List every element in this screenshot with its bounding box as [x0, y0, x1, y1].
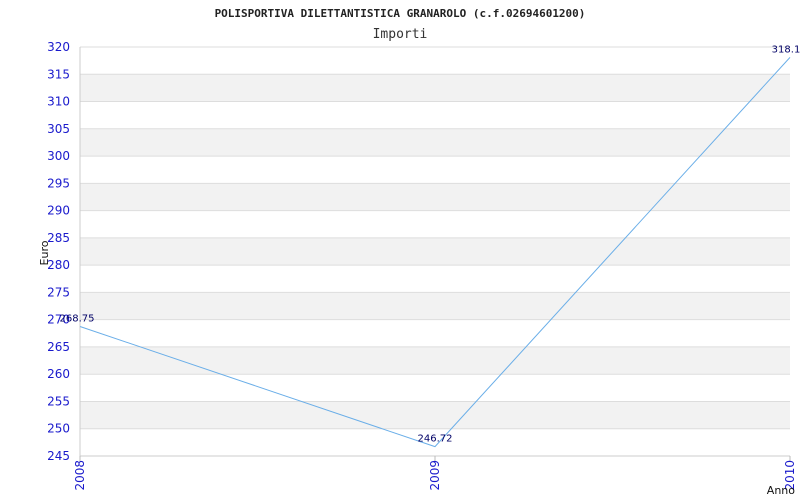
data-label: 268.75	[60, 313, 95, 324]
plot-band	[80, 74, 790, 102]
chart-title: POLISPORTIVA DILETTANTISTICA GRANAROLO (…	[215, 7, 586, 20]
x-axis-ticks: 2008 2009 2010	[73, 456, 797, 491]
y-tick-label: 310	[47, 95, 70, 109]
plot-band	[80, 128, 790, 157]
y-tick-label: 290	[47, 204, 70, 218]
plot-band	[80, 183, 790, 211]
chart-root: 245 250 255 260 265 270 275 280 285 290 295 300 305 3…	[0, 0, 800, 500]
y-tick-label: 265	[47, 340, 70, 354]
plot-band	[80, 401, 790, 429]
x-tick-label: 2009	[428, 460, 442, 491]
plot-bands	[80, 74, 790, 429]
y-tick-label: 320	[47, 40, 70, 54]
x-tick-label: 2008	[73, 460, 87, 491]
y-tick-label: 300	[47, 149, 70, 163]
y-tick-label: 305	[47, 122, 70, 136]
x-axis-label: Anno	[767, 484, 795, 497]
y-tick-label: 250	[47, 422, 70, 436]
plot-band	[80, 292, 790, 320]
y-axis-label: Euro	[38, 240, 51, 265]
y-tick-label: 275	[47, 285, 70, 299]
plot-band	[80, 237, 790, 266]
chart-subtitle: Importi	[373, 27, 428, 42]
y-tick-label: 255	[47, 394, 70, 408]
plot-band	[80, 346, 790, 375]
line-chart: 2452502552602652702752802852902953003053…	[38, 7, 800, 497]
y-tick-label: 260	[47, 367, 70, 381]
y-tick-label: 295	[47, 176, 70, 190]
y-tick-label: 245	[47, 449, 70, 463]
y-tick-label: 315	[47, 67, 70, 81]
data-label: 318.1	[772, 44, 800, 55]
data-label: 246.72	[418, 434, 453, 445]
